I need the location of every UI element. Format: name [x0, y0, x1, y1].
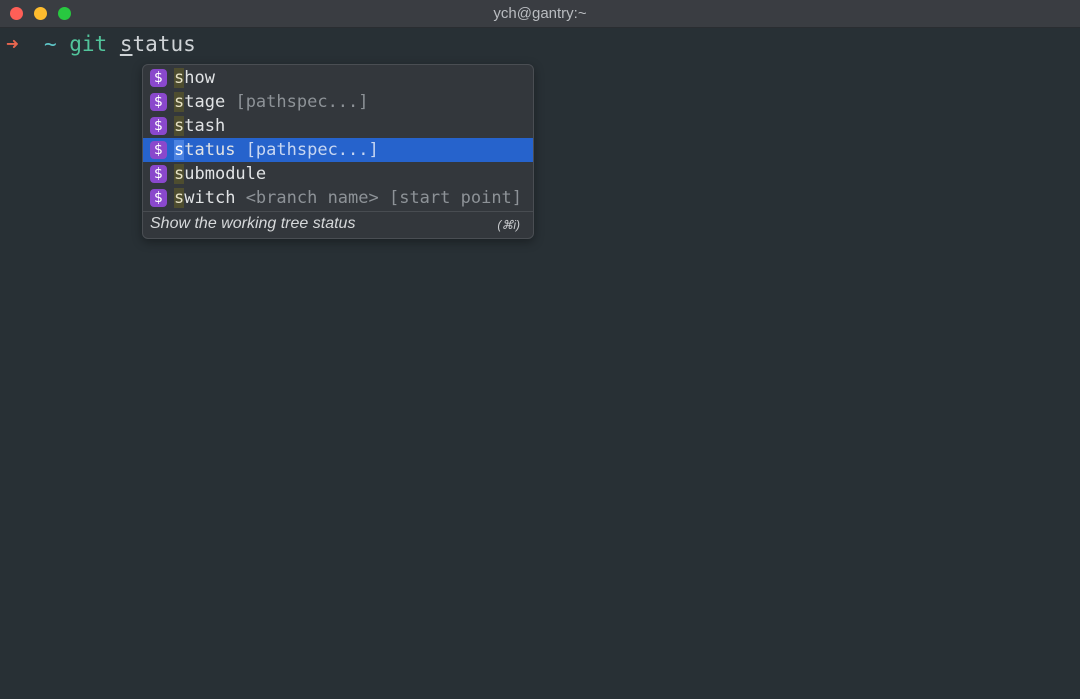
shell-command-icon: $: [150, 69, 167, 87]
completion-name: tash: [184, 116, 226, 136]
window-title: ych@gantry:~: [493, 5, 587, 22]
completion-label: submodule: [174, 162, 266, 186]
completion-item-show[interactable]: $ show: [143, 66, 533, 90]
prompt-cwd: ~: [43, 32, 57, 56]
shell-command-icon: $: [150, 93, 167, 111]
match-highlight: s: [174, 164, 185, 184]
completion-description: Show the working tree status: [150, 215, 356, 232]
completion-item-stash[interactable]: $ stash: [143, 114, 533, 138]
completion-name: ubmodule: [184, 164, 267, 184]
typed-prefix: s: [119, 32, 133, 56]
match-highlight: s: [174, 188, 185, 208]
shell-command-icon: $: [150, 165, 167, 183]
completion-args: <branch name> [start point]: [245, 188, 523, 208]
match-highlight: s: [174, 68, 185, 88]
match-highlight: s: [174, 92, 185, 112]
completion-label: stage [pathspec...]: [174, 90, 369, 114]
completion-item-submodule[interactable]: $ submodule: [143, 162, 533, 186]
match-highlight: s: [174, 116, 185, 136]
completion-label: status [pathspec...]: [174, 138, 379, 162]
prompt-arrow-icon: ➜: [6, 32, 19, 56]
completion-args: [pathspec...]: [245, 140, 379, 160]
completion-item-stage[interactable]: $ stage [pathspec...]: [143, 90, 533, 114]
description-divider: [143, 211, 533, 212]
completion-label: stash: [174, 114, 225, 138]
completion-label: show: [174, 66, 215, 90]
match-highlight: s: [174, 140, 185, 160]
command-name: git: [69, 32, 108, 56]
shell-command-icon: $: [150, 189, 167, 207]
completion-popup: $ show $ stage [pathspec...] $ stash $ s…: [142, 64, 534, 239]
command-line[interactable]: ➜ ~ git status: [6, 30, 196, 58]
shell-command-icon: $: [150, 117, 167, 135]
completion-preview: tatus: [132, 32, 196, 56]
window-titlebar: ych@gantry:~: [0, 0, 1080, 28]
completion-label: switch <branch name> [start point]: [174, 186, 522, 210]
completion-name: how: [184, 68, 215, 88]
completion-name: tage: [184, 92, 226, 112]
completion-item-status[interactable]: $ status [pathspec...]: [143, 138, 533, 162]
description-shortcut: (⌘i): [497, 218, 520, 232]
completion-name: tatus: [184, 140, 236, 160]
shell-command-icon: $: [150, 141, 167, 159]
completion-args: [pathspec...]: [235, 92, 369, 112]
completion-name: witch: [184, 188, 236, 208]
completion-item-switch[interactable]: $ switch <branch name> [start point]: [143, 186, 533, 210]
